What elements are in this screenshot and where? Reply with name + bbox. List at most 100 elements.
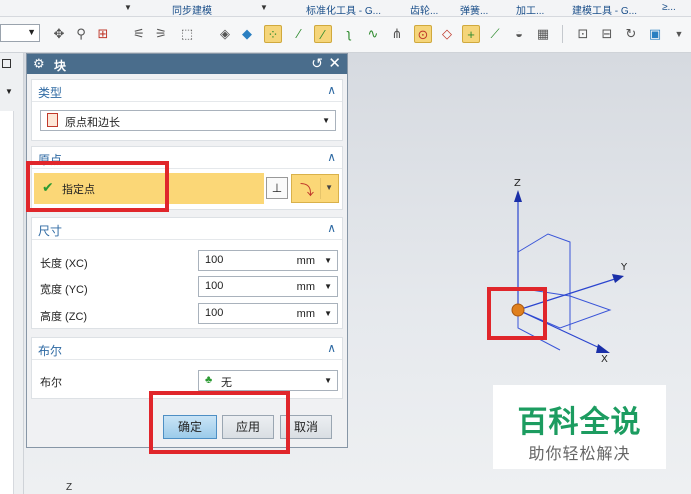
menu-item-machining[interactable]: 加工... <box>516 2 544 17</box>
length-input[interactable]: 100 mm ▼ <box>198 250 338 271</box>
boolean-section-header[interactable]: 布尔 ∧ <box>32 338 342 360</box>
z-axis-arrow <box>514 190 522 202</box>
chevron-down-icon: ▼ <box>322 116 330 125</box>
block-icon <box>47 113 58 127</box>
navigator-panel <box>0 111 14 494</box>
orient-view-icon[interactable]: ▣ <box>646 25 664 43</box>
type-select-value: 原点和边长 <box>65 117 120 129</box>
block-dialog: ⚙ 块 ↺ ✕ 类型 ∧ 原点和边长 ▼ 原点 ∧ ✔ 指定点 ⊥ ⤵ ▼ 尺寸… <box>26 53 348 448</box>
curve-icon[interactable]: ʅ <box>340 25 358 43</box>
existing-point-icon[interactable]: + <box>462 25 480 43</box>
chevron-up-icon[interactable]: ∧ <box>327 221 336 235</box>
y-axis-label: Y <box>620 262 628 273</box>
section-label: 布尔 <box>38 344 63 358</box>
dialog-title: 块 <box>54 59 67 73</box>
chevron-up-icon[interactable]: ∧ <box>327 83 336 97</box>
inferred-point-icon: ⤵ <box>300 182 314 198</box>
menu-item-sync-modeling[interactable]: 同步建模 <box>172 2 212 17</box>
point-dialog-button[interactable]: ⊥ <box>266 177 288 199</box>
boolean-label: 布尔 <box>40 377 62 389</box>
height-label: 高度 (ZC) <box>40 311 88 323</box>
bounded-grid-icon[interactable]: ▦ <box>534 25 552 43</box>
toolbar: ▼ ✥ ⚲ ⊞ ⚟ ⚞ ⬚ ◈ ◆ ⁘ ⁄ ⁄ ʅ ∿ ⋔ ⊙ ◇ + ⟋ ◒ … <box>0 17 691 53</box>
filter-icon[interactable]: ⚲ <box>72 25 90 43</box>
line-mid-icon[interactable]: ⁄ <box>314 25 332 43</box>
quadrant-icon[interactable]: ◇ <box>438 25 456 43</box>
dimensions-section-header[interactable]: 尺寸 ∧ <box>32 218 342 240</box>
chevron-down-icon: ▼ <box>324 376 332 385</box>
x-axis-label: X <box>601 354 608 365</box>
menu-bar: ▼ 同步建模 ▼ 标准化工具 - G... 齿轮... 弹簧... 加工... … <box>0 0 691 17</box>
select-rect-icon[interactable]: ⬚ <box>178 25 196 43</box>
width-value: 100 <box>205 280 224 292</box>
spline-icon[interactable]: ∿ <box>364 25 382 43</box>
gear-icon: ⚙ <box>33 56 45 71</box>
chevron-down-icon[interactable]: ▼ <box>5 87 13 96</box>
chevron-down-icon[interactable]: ▼ <box>324 309 332 318</box>
snap-point-icon[interactable]: ⁘ <box>264 25 282 43</box>
select-body-icon[interactable]: ⚞ <box>152 25 170 43</box>
snap-icon[interactable]: ✥ <box>50 25 68 43</box>
menu-item-gear[interactable]: 齿轮... <box>410 2 438 17</box>
window-restore-icon[interactable] <box>2 59 11 68</box>
boolean-none-icon: ♣ <box>205 374 213 386</box>
menu-item-spring[interactable]: 弹簧... <box>460 2 488 17</box>
height-input[interactable]: 100 mm ▼ <box>198 303 338 324</box>
chevron-down-icon[interactable]: ▼ <box>324 282 332 291</box>
select-add-icon[interactable]: ⊞ <box>94 25 112 43</box>
boolean-select[interactable]: ♣ 无 ▼ <box>198 370 338 391</box>
point-on-surface-icon[interactable]: ◒ <box>510 25 528 43</box>
boolean-value: 无 <box>221 377 232 389</box>
watermark: 百科全说 助你轻松解决 <box>493 385 666 469</box>
line-end-icon[interactable]: ⁄ <box>290 25 308 43</box>
intersection-icon[interactable]: ⋔ <box>388 25 406 43</box>
width-unit: mm <box>296 281 315 293</box>
highlight-origin <box>487 287 547 340</box>
point-type-dropdown[interactable]: ⤵ ▼ <box>291 174 339 203</box>
point-on-curve-icon[interactable]: ⟋ <box>486 25 504 43</box>
zoom-icon[interactable]: ⊟ <box>598 25 616 43</box>
render-icon[interactable]: ◈ <box>216 25 234 43</box>
width-label: 宽度 (YC) <box>40 284 88 296</box>
arc-center-icon[interactable]: ⊙ <box>414 25 432 43</box>
length-label: 长度 (XC) <box>40 258 88 270</box>
toolbar-divider <box>562 25 563 43</box>
resource-bar: ▼ <box>0 53 24 494</box>
type-section-header[interactable]: 类型 ∧ <box>32 80 342 102</box>
highlight-specify-point <box>26 161 169 212</box>
height-unit: mm <box>296 308 315 320</box>
reset-icon[interactable]: ↺ <box>311 55 323 72</box>
select-feature-icon[interactable]: ⚟ <box>130 25 148 43</box>
menu-item-modeling-tools[interactable]: 建模工具 - G... <box>572 2 637 17</box>
chevron-down-icon[interactable]: ▼ <box>324 256 332 265</box>
wcs-z-label: Z <box>66 482 73 493</box>
dialog-title-bar[interactable]: ⚙ 块 ↺ ✕ <box>27 54 347 74</box>
highlight-buttons <box>149 391 290 454</box>
y-axis-arrow <box>612 274 624 283</box>
fit-view-icon[interactable]: ⊡ <box>574 25 592 43</box>
chevron-down-icon[interactable]: ▼ <box>260 3 268 12</box>
type-select[interactable]: 原点和边长 ▼ <box>40 110 336 131</box>
type-section: 类型 ∧ 原点和边长 ▼ <box>31 79 343 141</box>
boolean-section: 布尔 ∧ 布尔 ♣ 无 ▼ <box>31 337 343 399</box>
close-icon[interactable]: ✕ <box>328 54 341 72</box>
watermark-subtitle: 助你轻松解决 <box>528 446 631 463</box>
chevron-up-icon[interactable]: ∧ <box>327 341 336 355</box>
length-unit: mm <box>296 255 315 267</box>
width-input[interactable]: 100 mm ▼ <box>198 276 338 297</box>
menu-item-standard-tools[interactable]: 标准化工具 - G... <box>306 2 381 17</box>
shaded-icon[interactable]: ◆ <box>238 25 256 43</box>
chevron-up-icon[interactable]: ∧ <box>327 150 336 164</box>
menu-item-more[interactable]: ≥... <box>662 2 676 13</box>
section-label: 尺寸 <box>38 224 63 238</box>
chevron-down-icon: ▼ <box>325 183 333 192</box>
chevron-down-icon[interactable]: ▼ <box>124 3 132 12</box>
selection-filter-combo[interactable]: ▼ <box>0 24 40 42</box>
height-value: 100 <box>205 307 224 319</box>
point-constructor-icon: ⊥ <box>271 181 283 195</box>
z-axis-label: Z <box>514 178 521 189</box>
divider <box>320 178 321 199</box>
chevron-down-icon[interactable]: ▼ <box>670 25 688 43</box>
rotate-icon[interactable]: ↻ <box>622 25 640 43</box>
dimensions-section: 尺寸 ∧ 长度 (XC) 100 mm ▼ 宽度 (YC) 100 mm ▼ 高… <box>31 217 343 329</box>
